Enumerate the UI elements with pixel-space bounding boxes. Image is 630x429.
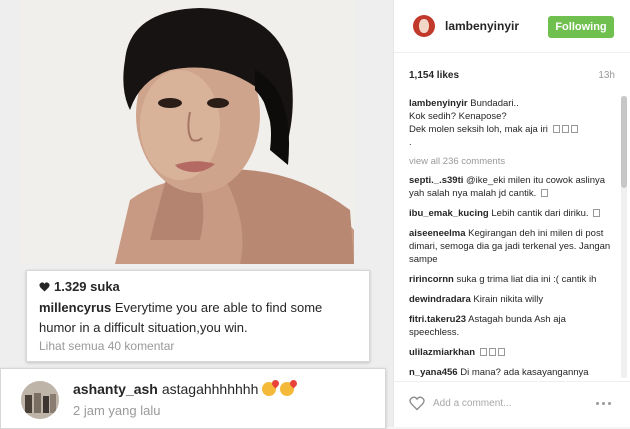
list-item: n_yana456 Di mana? ada kasayangannya [409,366,614,379]
view-all-comments-link[interactable]: view all 236 comments [409,156,614,167]
dot [608,402,611,405]
comment-card-ashanty: ashanty_ash astagahhhhhhh 2 jam yang lal… [0,368,386,429]
poster-avatar[interactable] [413,15,435,37]
post-timestamp: 13h [598,70,615,81]
post-card-millencyrus: 1.329 suka millencyrus Everytime you are… [26,270,370,362]
more-options-icon[interactable] [596,402,611,405]
comment-text: Kirain nikita willy [473,294,544,305]
add-comment-input[interactable]: Add a comment... [433,398,511,409]
comment-text: suka g trima liat dia ini :( cantik ih [456,274,597,285]
comment-username[interactable]: ashanty_ash [73,381,158,397]
post-caption: millencyrus Everytime you are able to fi… [39,298,361,338]
avatar[interactable] [21,381,59,419]
emoji-glyph-icon [497,348,505,356]
comment-text: Lebih cantik dari diriku. [491,208,589,219]
caption-line: . [409,137,412,148]
list-item: fitri.takeru23 Astagah bunda Ash aja spe… [409,313,614,339]
avatar-image [21,381,59,419]
comments-list: lambenyinyir Bundadari.. Kok sedih? Kena… [409,97,614,380]
emoji-glyph-icon [552,125,560,133]
post-caption: lambenyinyir Bundadari.. Kok sedih? Kena… [409,97,614,149]
heart-eyes-emoji-icon [262,382,277,396]
emoji-glyph-icon [479,348,487,356]
dot [596,402,599,405]
caption-username[interactable]: millencyrus [39,300,111,315]
emoji-glyph-icon [540,189,548,197]
heart-icon[interactable] [39,281,50,292]
comment-username[interactable]: septi._.s39ti [409,175,463,186]
likes-count-row: 1.329 suka [39,279,120,294]
feed-area: 1.329 suka millencyrus Everytime you are… [0,0,393,429]
likes-count: 1.329 suka [54,279,120,294]
caption-username[interactable]: lambenyinyir [409,98,468,109]
list-item: dewindradara Kirain nikita willy [409,293,614,306]
dot [602,402,605,405]
comment-username[interactable]: dewindradara [409,294,471,305]
emoji-glyph-icon [488,348,496,356]
comments-scrollbar[interactable] [621,96,627,378]
comment-timestamp: 2 jam yang lalu [73,403,161,418]
comment-username[interactable]: aiseeneelma [409,228,466,239]
poster-username[interactable]: lambenyinyir [445,19,519,33]
list-item: ibu_emak_kucing Lebih cantik dari diriku… [409,207,614,220]
post-header: lambenyinyir Following [394,0,630,53]
comment-username[interactable]: ibu_emak_kucing [409,208,489,219]
list-item: septi._.s39ti @ike_eki milen itu cowok a… [409,174,614,200]
emoji-glyph-icon [570,125,578,133]
post-detail-panel: lambenyinyir Following 1,154 likes 13h l… [393,0,630,427]
comment-text: astagahhhhhhh [161,381,259,397]
comment-username[interactable]: ririncornn [409,274,454,285]
comment-username[interactable]: n_yana456 [409,367,458,378]
list-item: ririncornn suka g trima liat dia ini :( … [409,273,614,286]
scrollbar-thumb[interactable] [621,96,627,188]
following-button[interactable]: Following [548,16,614,38]
comment-username[interactable]: fitri.takeru23 [409,314,466,325]
emoji-glyph-icon [561,125,569,133]
caption-line: Dek molen seksih loh, mak aja iri [409,124,548,135]
heart-eyes-emoji-icon [280,382,295,396]
post-footer: Add a comment... [394,381,630,428]
likes-count[interactable]: 1,154 likes [409,70,459,81]
view-all-comments-link[interactable]: Lihat semua 40 komentar [39,339,174,353]
comment-line: ashanty_ash astagahhhhhhh [73,381,295,397]
caption-line: Bundadari.. [470,98,519,109]
list-item: aiseeneelma Kegirangan deh ini milen di … [409,227,614,266]
post-photo[interactable] [20,0,354,264]
comment-text: Di mana? ada kasayangannya [460,367,589,378]
portrait-image [20,0,354,264]
comment-username[interactable]: ulilazmiarkhan [409,347,475,358]
caption-line: Kok sedih? Kenapose? [409,111,507,122]
list-item: ulilazmiarkhan [409,346,614,359]
emoji-glyph-icon [593,209,601,217]
heart-outline-icon[interactable] [409,396,425,411]
